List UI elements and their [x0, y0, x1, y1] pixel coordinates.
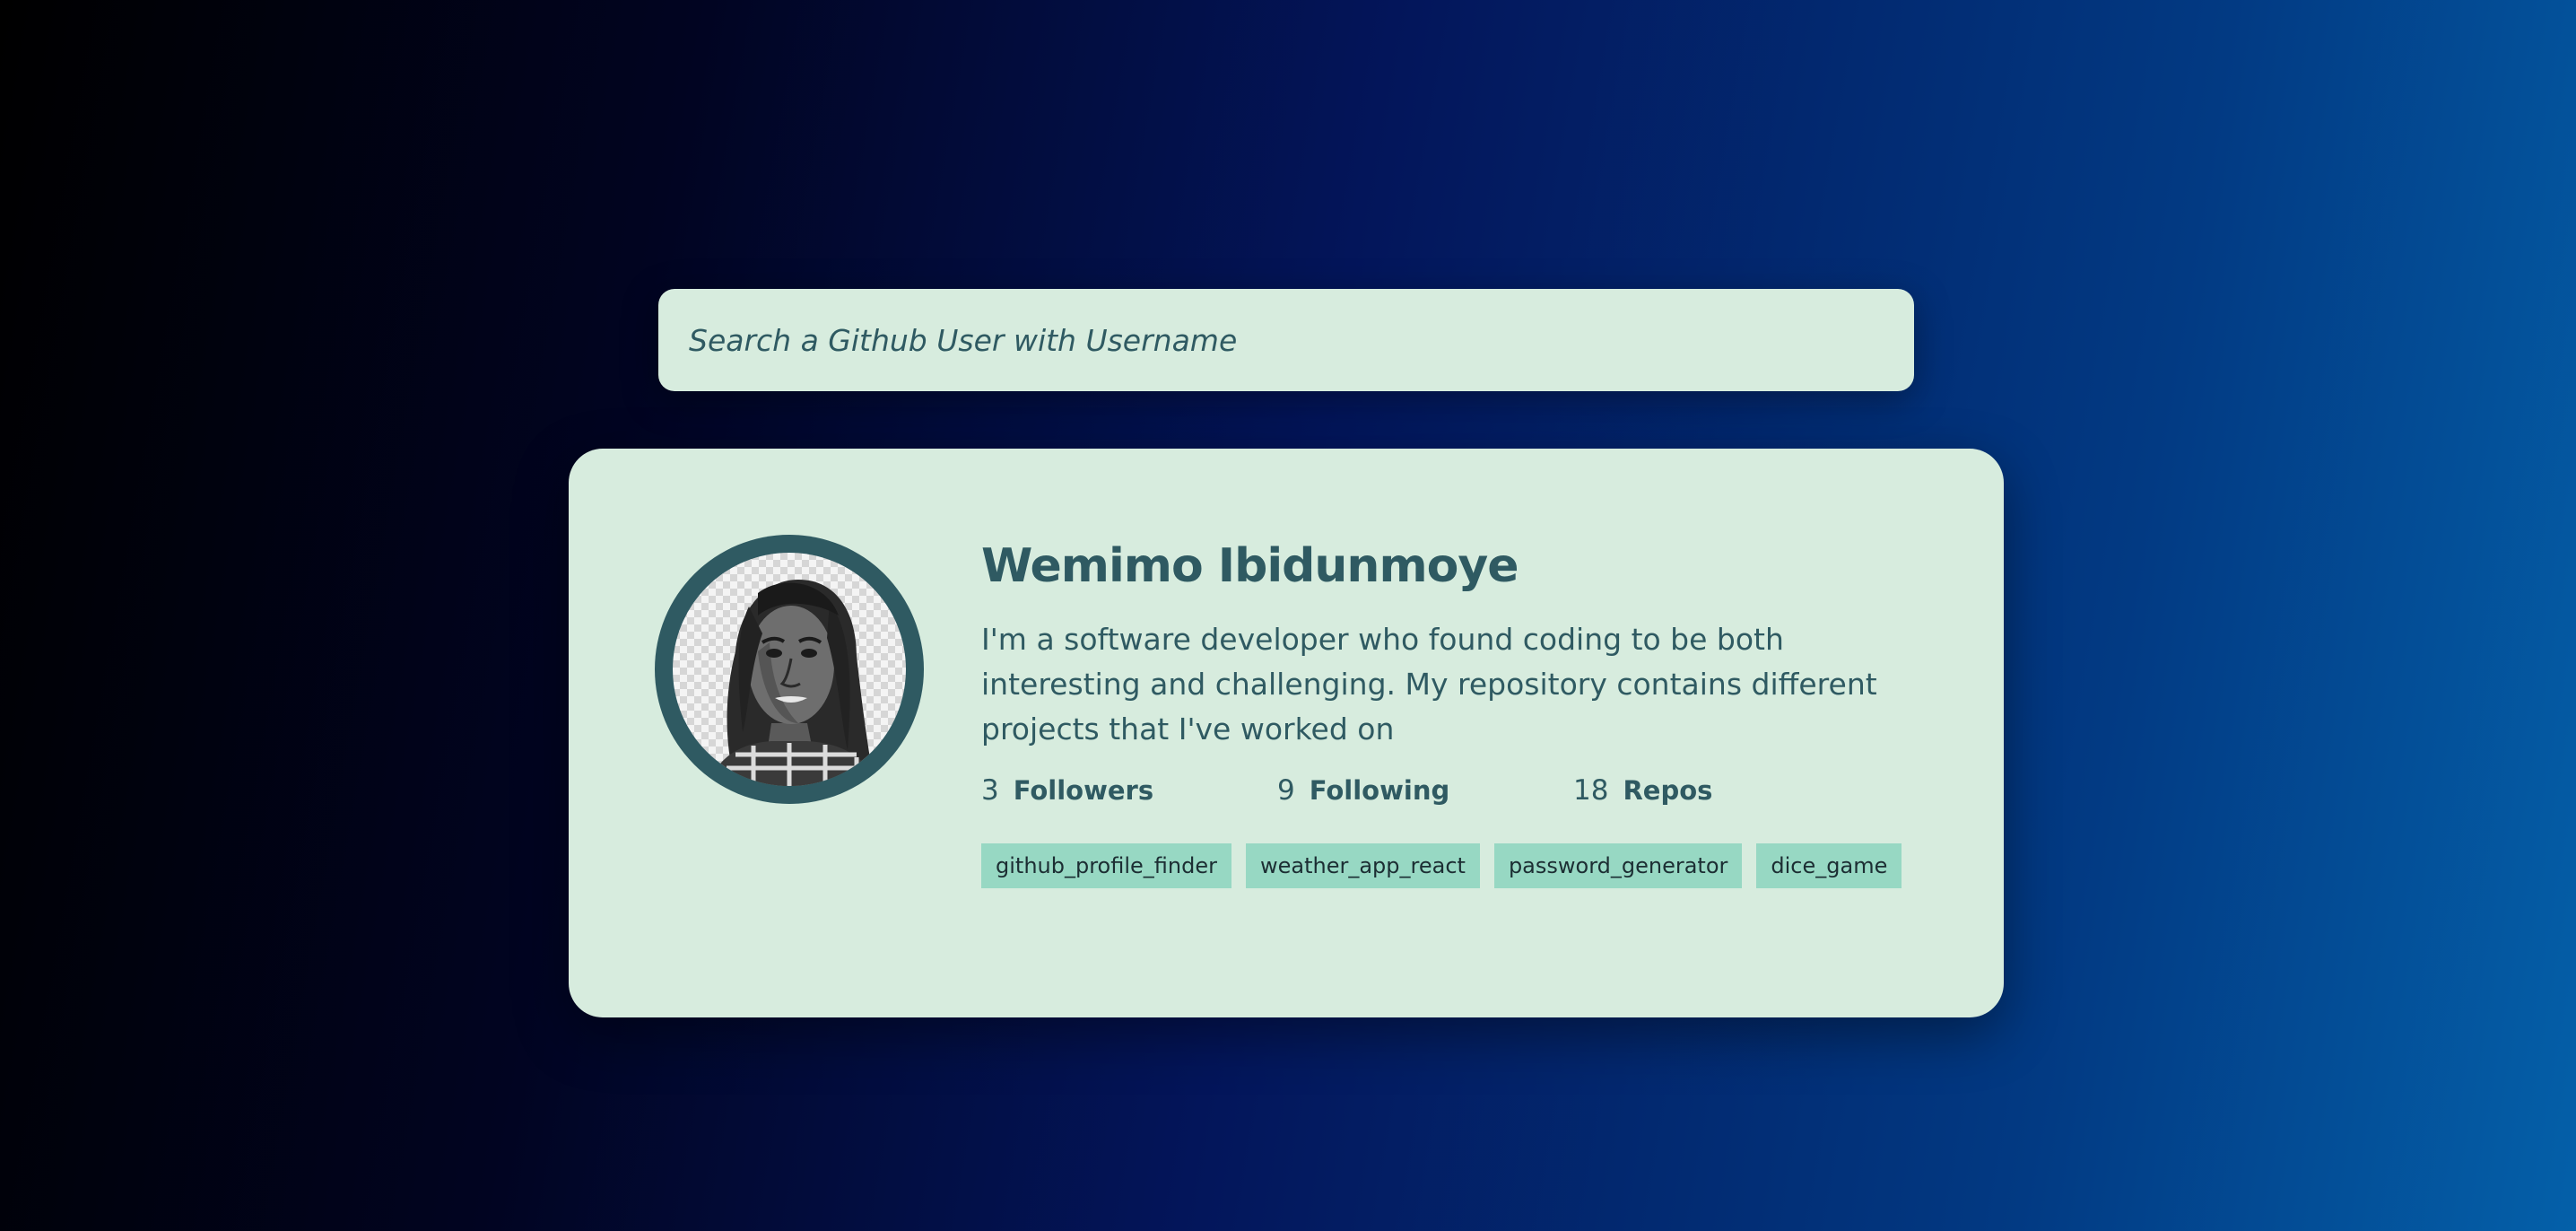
repo-link-dice-game[interactable]: dice_game: [1756, 843, 1902, 888]
repo-link-password-generator[interactable]: password_generator: [1493, 843, 1743, 888]
followers-count: 3: [981, 774, 999, 807]
following-label: Following: [1309, 775, 1450, 806]
repo-link-weather-app-react[interactable]: weather_app_react: [1245, 843, 1480, 888]
repo-list: github_profile_finder weather_app_react …: [981, 843, 1950, 888]
avatar[interactable]: [673, 553, 906, 786]
repo-link-github-profile-finder[interactable]: github_profile_finder: [981, 843, 1231, 888]
profile-name: Wemimo Ibidunmoye: [981, 539, 1519, 593]
search-input[interactable]: [658, 289, 1914, 391]
profile-stats: 3 Followers 9 Following 18 Repos: [981, 768, 1950, 813]
stat-following: 9 Following: [1277, 774, 1573, 807]
profile-card: Wemimo Ibidunmoye I'm a software develop…: [569, 449, 2004, 1017]
stat-followers: 3 Followers: [981, 774, 1277, 807]
profile-bio: I'm a software developer who found codin…: [981, 622, 1877, 746]
avatar-ring: [655, 535, 924, 804]
followers-label: Followers: [1013, 775, 1154, 806]
avatar-photo-icon: [709, 580, 879, 786]
repos-count: 18: [1573, 774, 1609, 807]
profile-info: Wemimo Ibidunmoye I'm a software develop…: [981, 535, 1950, 888]
search-container: [658, 289, 1914, 391]
following-count: 9: [1277, 774, 1295, 807]
stat-repos: 18 Repos: [1573, 774, 1869, 807]
repos-label: Repos: [1623, 775, 1713, 806]
